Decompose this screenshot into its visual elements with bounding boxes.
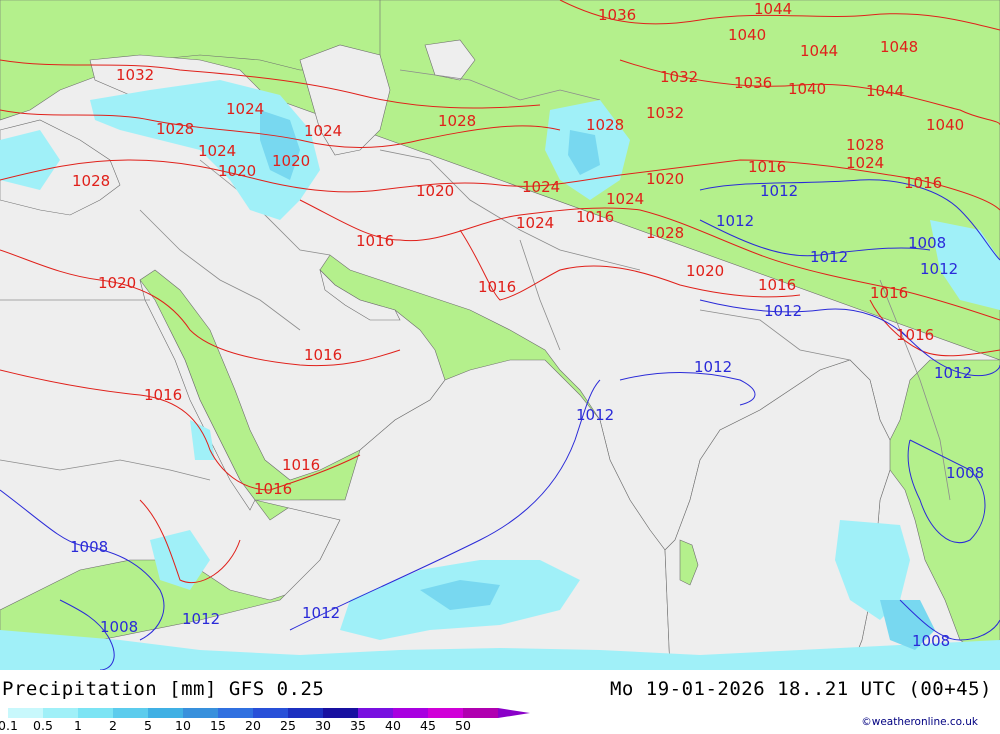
isobar-label: 1044: [800, 42, 838, 60]
scale-label: 5: [144, 718, 152, 733]
scale-swatch: [8, 708, 43, 718]
isobar-label: 1024: [198, 142, 236, 160]
isobar-label: 1012: [182, 610, 220, 628]
scale-arrow: [498, 708, 530, 718]
map-panel: 1036 1044 1040 1044 1048 1032 1036 1040 …: [0, 0, 1000, 670]
scale-label: 30: [315, 718, 331, 733]
scale-swatch: [78, 708, 113, 718]
scale-label: 50: [455, 718, 471, 733]
isobar-label: 1016: [282, 456, 320, 474]
isobar-label: 1028: [846, 136, 884, 154]
isobar-label: 1024: [846, 154, 884, 172]
scale-labels: 0.1 0.5 1 2 5 10 15 20 25 30 35 40 45 50: [0, 718, 540, 734]
isobar-label: 1028: [586, 116, 624, 134]
isobar-label: 1012: [694, 358, 732, 376]
isobar-label: 1012: [764, 302, 802, 320]
scale-label: 0.5: [33, 718, 53, 733]
scale-label: 45: [420, 718, 436, 733]
isobar-label: 1016: [904, 174, 942, 192]
scale-swatch: [183, 708, 218, 718]
isobar-label: 1032: [646, 104, 684, 122]
isobar-label: 1012: [576, 406, 614, 424]
isobar-label: 1032: [116, 66, 154, 84]
valid-time: Mo 19-01-2026 18..21 UTC (00+45): [609, 678, 992, 700]
map-title: Precipitation [mm] GFS 0.25: [2, 678, 325, 700]
scale-label: 20: [245, 718, 261, 733]
isobar-label: 1016: [758, 276, 796, 294]
isobar-label: 1016: [576, 208, 614, 226]
scale-label: 2: [109, 718, 117, 733]
isobar-label: 1012: [716, 212, 754, 230]
isobar-label: 1032: [660, 68, 698, 86]
isobar-label: 1016: [254, 480, 292, 498]
scale-swatch: [463, 708, 498, 718]
scale-swatch: [148, 708, 183, 718]
isobar-label: 1008: [70, 538, 108, 556]
scale-swatch: [218, 708, 253, 718]
isobar-label: 1016: [356, 232, 394, 250]
isobar-label: 1012: [934, 364, 972, 382]
isobar-label: 1028: [438, 112, 476, 130]
scale-swatch: [428, 708, 463, 718]
isobar-label: 1036: [734, 74, 772, 92]
scale-label: 40: [385, 718, 401, 733]
isobar-label: 1036: [598, 6, 636, 24]
isobar-label: 1024: [522, 178, 560, 196]
scale-swatch: [43, 708, 78, 718]
scale-swatch: [358, 708, 393, 718]
isobar-label: 1016: [144, 386, 182, 404]
weather-map: 1036 1044 1040 1044 1048 1032 1036 1040 …: [0, 0, 1000, 670]
isobar-label: 1012: [810, 248, 848, 266]
isobar-label: 1012: [302, 604, 340, 622]
isobar-label: 1020: [686, 262, 724, 280]
isobar-label: 1024: [516, 214, 554, 232]
isobar-label: 1016: [748, 158, 786, 176]
isobar-label: 1008: [908, 234, 946, 252]
scale-label: 1: [74, 718, 82, 733]
isobar-label: 1016: [896, 326, 934, 344]
isobar-label: 1020: [98, 274, 136, 292]
isobar-label: 1020: [646, 170, 684, 188]
isobar-label: 1044: [754, 0, 792, 18]
isobar-label: 1020: [416, 182, 454, 200]
credit-text: ©weatheronline.co.uk: [861, 716, 978, 728]
isobar-label: 1008: [100, 618, 138, 636]
isobar-label: 1016: [304, 346, 342, 364]
scale-swatch: [113, 708, 148, 718]
isobar-label: 1024: [226, 100, 264, 118]
isobar-label: 1028: [646, 224, 684, 242]
isobar-label: 1012: [920, 260, 958, 278]
isobar-label: 1020: [218, 162, 256, 180]
scale-swatch: [288, 708, 323, 718]
isobar-label: 1012: [760, 182, 798, 200]
isobar-label: 1028: [72, 172, 110, 190]
scale-label: 15: [210, 718, 226, 733]
isobar-label: 1040: [788, 80, 826, 98]
isobar-label: 1044: [866, 82, 904, 100]
isobar-label: 1016: [870, 284, 908, 302]
isobar-label: 1040: [926, 116, 964, 134]
isobar-label: 1008: [912, 632, 950, 650]
isobar-label: 1020: [272, 152, 310, 170]
scale-swatch: [323, 708, 358, 718]
precipitation-scale: [8, 708, 530, 718]
isobar-label: 1008: [946, 464, 984, 482]
scale-label: 0.1: [0, 718, 18, 733]
isobar-label: 1016: [478, 278, 516, 296]
isobar-label: 1024: [606, 190, 644, 208]
scale-label: 10: [175, 718, 191, 733]
scale-label: 25: [280, 718, 296, 733]
isobar-label: 1028: [156, 120, 194, 138]
isobar-label: 1040: [728, 26, 766, 44]
isobar-label: 1024: [304, 122, 342, 140]
isobar-label: 1048: [880, 38, 918, 56]
scale-swatch: [253, 708, 288, 718]
scale-swatch: [393, 708, 428, 718]
scale-label: 35: [350, 718, 366, 733]
